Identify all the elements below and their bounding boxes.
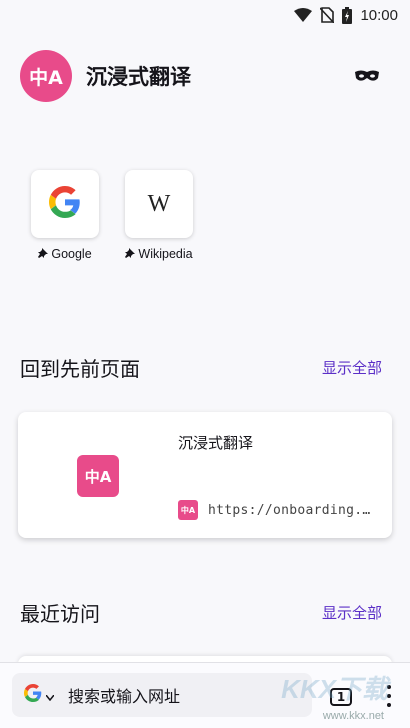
home-header: 中A 沉浸式翻译 (20, 50, 382, 102)
thumb-text: 中A (84, 467, 112, 486)
search-engine-selector[interactable] (24, 684, 55, 706)
show-all-link[interactable]: 显示全部 (322, 602, 382, 623)
app-name: 沉浸式翻译 (86, 65, 191, 89)
recent-tab-card[interactable]: 中A 沉浸式翻译 中A https://onboarding.im… (18, 412, 392, 538)
shortcut-label: Google (38, 247, 92, 261)
shortcut-tile[interactable] (31, 170, 99, 238)
card-url: https://onboarding.im… (208, 502, 374, 518)
wifi-icon (294, 8, 313, 22)
app-logo[interactable]: 中A (20, 50, 72, 102)
search-placeholder: 搜索或输入网址 (68, 687, 181, 706)
address-bar[interactable]: 搜索或输入网址 (12, 673, 312, 717)
clock: 10:00 (360, 6, 398, 24)
shortcut-tile[interactable]: W (125, 170, 193, 238)
section-title: 最近访问 (20, 602, 100, 626)
shortcut-label: Wikipedia (125, 247, 193, 261)
top-sites: Google W Wikipedia (30, 170, 194, 261)
jump-back-header: 回到先前页面 显示全部 (20, 353, 382, 382)
pin-icon (125, 247, 136, 261)
shortcut-google[interactable]: Google (30, 170, 100, 261)
page-thumbnail: 中A (77, 455, 119, 497)
battery-charging-icon (342, 6, 353, 24)
wikipedia-icon: W (147, 190, 171, 217)
bottom-toolbar: 搜索或输入网址 1 KKX下载 www.kkx.net (0, 662, 410, 728)
chevron-down-icon (45, 686, 55, 705)
shortcut-wikipedia[interactable]: W Wikipedia (124, 170, 194, 261)
private-browsing-button[interactable] (352, 61, 382, 91)
no-sim-icon (320, 7, 335, 23)
status-bar: 10:00 (0, 0, 410, 30)
google-icon (24, 684, 42, 706)
card-url-row: 中A https://onboarding.im… (178, 500, 374, 520)
favicon-text: 中A (180, 505, 196, 515)
shortcut-label-text: Wikipedia (138, 247, 193, 261)
logo-text: 中A (29, 66, 63, 89)
section-title: 回到先前页面 (20, 357, 140, 381)
recent-visits-header: 最近访问 显示全部 (20, 598, 382, 627)
card-title: 沉浸式翻译 (178, 434, 254, 452)
mask-icon (355, 67, 379, 86)
site-favicon: 中A (178, 500, 198, 520)
pin-icon (38, 247, 49, 261)
shortcut-label-text: Google (51, 247, 92, 261)
google-icon (49, 186, 81, 222)
watermark-text: www.kkx.net (322, 710, 384, 722)
watermark-logo: KKX下载 (281, 674, 388, 704)
show-all-link[interactable]: 显示全部 (322, 357, 382, 378)
